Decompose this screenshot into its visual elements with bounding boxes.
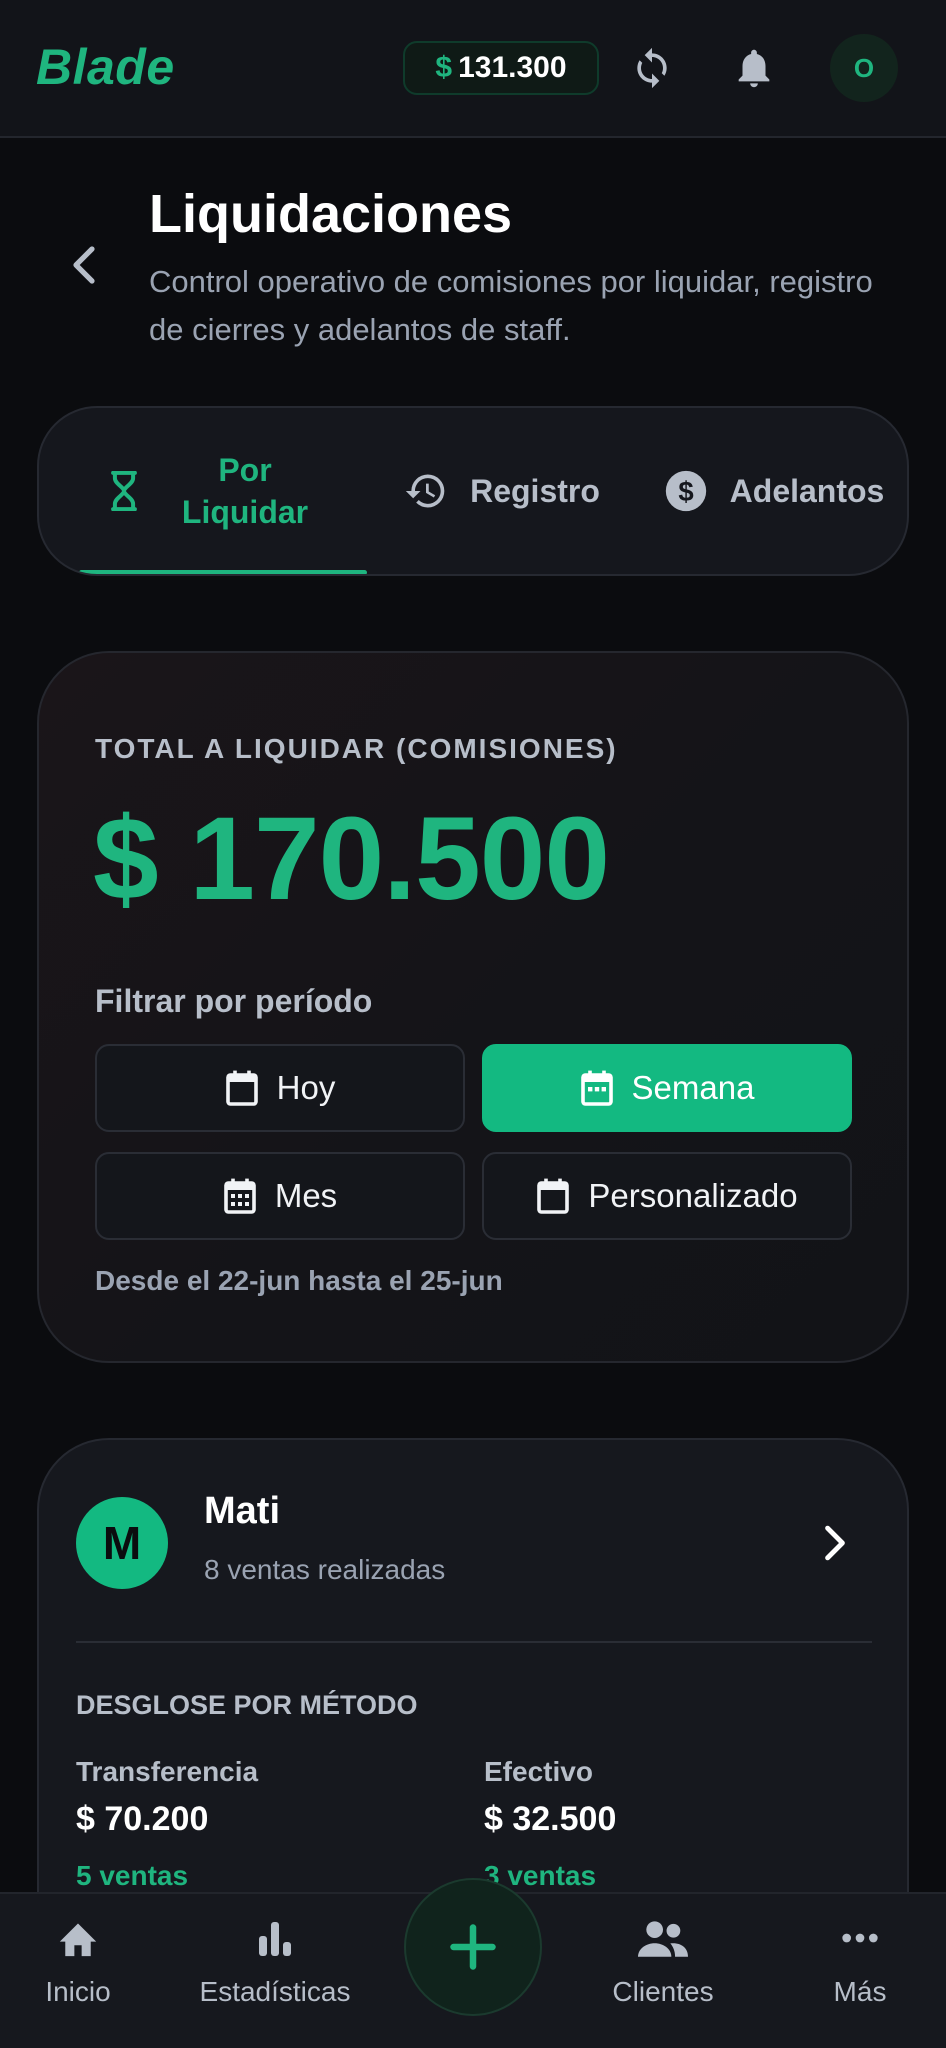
app-screen: Blade $ 131.300 O Liquidaciones Control … (0, 0, 946, 2048)
home-icon (59, 1923, 97, 1957)
summary-amount: $ 170.500 (93, 793, 610, 925)
user-avatar[interactable]: O (830, 34, 898, 102)
method-name: Transferencia (76, 1756, 259, 1787)
balance-currency: $ (435, 51, 453, 84)
dollar-circle-icon: $ (665, 470, 706, 512)
summary-label: TOTAL A LIQUIDAR (COMISIONES) (95, 733, 618, 764)
nav-clientes[interactable]: Clientes (598, 1918, 728, 2028)
breakdown-title: DESGLOSE POR MÉTODO (76, 1690, 418, 1720)
method-name: Efectivo (484, 1756, 593, 1787)
staff-avatar: M (76, 1497, 168, 1589)
summary-card: TOTAL A LIQUIDAR (COMISIONES) $ 170.500 … (37, 651, 909, 1363)
filter-mes-button[interactable]: Mes (95, 1152, 465, 1240)
method-amount: $ 70.200 (76, 1800, 209, 1838)
filter-label-text: Semana (631, 1069, 755, 1106)
hourglass-icon (111, 471, 137, 511)
active-tab-indicator (79, 570, 367, 574)
nav-inicio[interactable]: Inicio (30, 1918, 126, 2028)
more-horizontal-icon (842, 1933, 878, 1943)
bell-icon[interactable] (722, 36, 786, 100)
filter-label-text: Hoy (276, 1069, 336, 1106)
staff-detail-button[interactable] (815, 1518, 855, 1568)
filter-hoy-button[interactable]: Hoy (95, 1044, 465, 1132)
balance-amount: 131.300 (458, 51, 567, 84)
svg-text:$: $ (678, 476, 693, 507)
nav-estadisticas[interactable]: Estadísticas (190, 1918, 360, 2028)
sync-icon[interactable] (620, 36, 684, 100)
tab-por-liquidar[interactable]: Por Liquidar (79, 408, 367, 574)
calendar-icon (537, 1178, 570, 1214)
filter-semana-button[interactable]: Semana (482, 1044, 852, 1132)
tab-label: Registro (470, 472, 600, 509)
top-bar: Blade $ 131.300 O (0, 0, 946, 138)
date-range-text: Desde el 22-jun hasta el 25-jun (95, 1265, 503, 1296)
calendar-icon (225, 1070, 258, 1106)
bar-chart-icon (259, 1922, 291, 1956)
tabs-bar: Por Liquidar Registro $ Adelantos (37, 406, 909, 576)
tab-adelantos[interactable]: $ Adelantos (639, 408, 907, 574)
nav-label: Inicio (45, 1976, 111, 2007)
balance-pill[interactable]: $ 131.300 (403, 41, 599, 95)
nav-label: Clientes (612, 1976, 714, 2007)
calendar-week-icon (580, 1070, 613, 1106)
chevron-left-icon (73, 246, 95, 284)
page-title: Liquidaciones (149, 184, 513, 244)
tab-label: Por Liquidar (181, 452, 309, 530)
filter-label-text: Mes (274, 1177, 338, 1214)
back-button[interactable] (64, 240, 104, 290)
plus-icon (450, 1924, 496, 1970)
brand-logo[interactable]: Blade (36, 38, 175, 96)
history-icon (405, 474, 445, 508)
tab-registro[interactable]: Registro (377, 408, 627, 574)
nav-mas[interactable]: Más (810, 1918, 910, 2028)
staff-sales-count: 8 ventas realizadas (204, 1554, 446, 1585)
filter-personalizado-button[interactable]: Personalizado (482, 1152, 852, 1240)
add-button[interactable] (404, 1878, 542, 2016)
nav-label: Estadísticas (199, 1976, 351, 2007)
staff-name: Mati (204, 1490, 280, 1532)
nav-label: Más (833, 1976, 887, 2007)
method-count: 5 ventas (76, 1860, 189, 1891)
method-amount: $ 32.500 (484, 1800, 617, 1838)
divider (76, 1641, 872, 1643)
page-subtitle: Control operativo de comisiones por liqu… (149, 264, 873, 347)
tab-label: Adelantos (729, 472, 885, 509)
filter-label: Filtrar por período (95, 983, 373, 1019)
filter-label-text: Personalizado (588, 1177, 798, 1214)
people-icon (638, 1921, 688, 1957)
chevron-right-icon (825, 1525, 845, 1561)
calendar-month-icon (224, 1178, 256, 1214)
